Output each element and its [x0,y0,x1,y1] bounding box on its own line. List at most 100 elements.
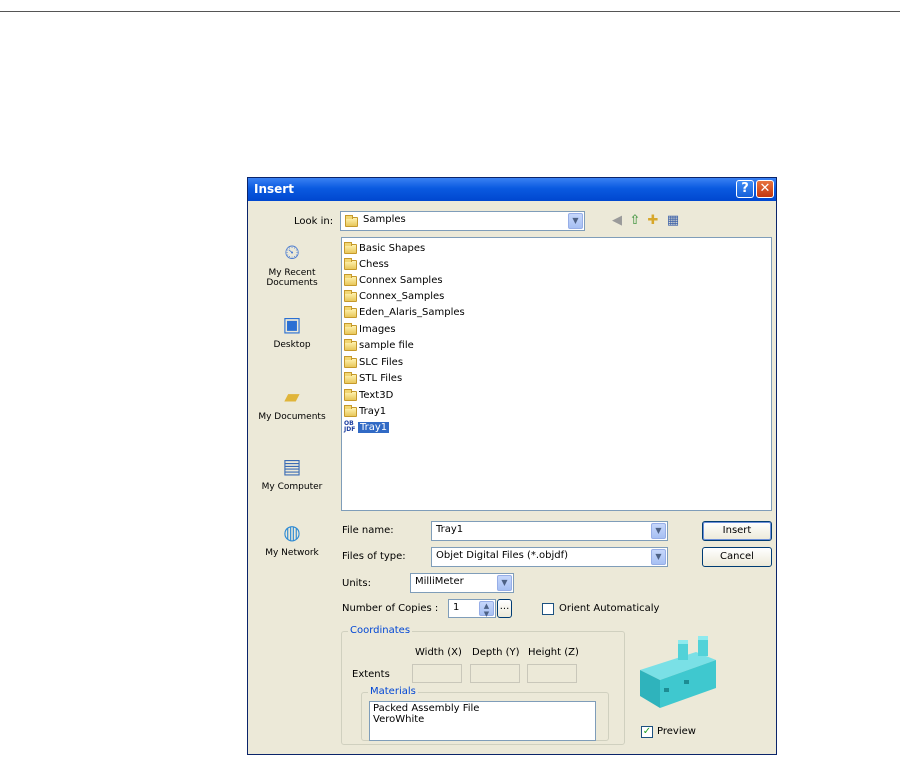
folder-icon [344,273,357,286]
page-top-rule [0,11,900,12]
place-my-documents[interactable]: ▰ My Documents [253,383,331,422]
place-label: My Documents [258,412,326,422]
help-button[interactable]: ? [736,180,754,198]
look-in-dropdown[interactable]: Samples ▼ [340,211,585,231]
units-dropdown[interactable]: MilliMeter ▼ [410,573,514,593]
chevron-down-icon[interactable]: ▼ [497,575,512,591]
list-item[interactable]: Connex_Samples [344,289,444,304]
extent-height-field [527,664,577,683]
insert-dialog: Insert ? ✕ Look in: Samples ▼ ◀ ⇧ ✚ ▦ ⏲ … [247,177,777,755]
copies-more-button[interactable]: ... [497,599,512,618]
insert-button[interactable]: Insert [702,521,772,541]
folder-icon [344,305,357,318]
list-item[interactable]: sample file [344,338,414,353]
place-label: My Network [265,548,319,558]
folder-icon [344,404,357,417]
list-item[interactable]: SLC Files [344,355,403,370]
place-my-network[interactable]: ◍ My Network [253,519,331,558]
folder-icon [344,289,357,302]
folder-icon [344,322,357,335]
folder-icon [344,338,357,351]
places-bar: ⏲ My Recent Documents ▣ Desktop ▰ My Doc… [253,235,331,565]
chevron-down-icon[interactable]: ▼ [568,213,583,229]
file-name: STL Files [359,373,403,384]
copies-label: Number of Copies : [342,603,439,614]
place-desktop[interactable]: ▣ Desktop [253,311,331,350]
desktop-icon: ▣ [282,312,302,336]
cancel-button[interactable]: Cancel [702,547,772,567]
files-of-type-label: Files of type: [342,551,406,562]
place-recent-documents[interactable]: ⏲ My Recent Documents [253,239,331,288]
depth-label: Depth (Y) [472,647,520,658]
copies-input[interactable]: 1 ▲ ▼ [448,599,496,618]
list-item[interactable]: Eden_Alaris_Samples [344,305,465,320]
width-label: Width (X) [415,647,462,658]
orient-label: Orient Automaticaly [559,603,660,614]
units-value: MilliMeter [415,576,464,587]
view-menu-icon[interactable]: ▦ [665,213,681,229]
file-name: Text3D [359,390,394,401]
materials-list[interactable]: Packed Assembly File VeroWhite [369,701,596,741]
list-item-selected[interactable]: OB JDF Tray1 [344,420,390,435]
folder-icon [344,257,357,270]
file-name: Basic Shapes [359,243,426,254]
place-label: My Recent [268,268,316,278]
list-item[interactable]: Tray1 [344,404,386,419]
chevron-down-icon[interactable]: ▼ [651,549,666,565]
my-computer-icon: ▤ [282,454,302,478]
list-item[interactable]: Chess [344,257,389,272]
file-name: SLC Files [359,357,404,368]
new-folder-icon[interactable]: ✚ [645,213,661,229]
materials-group: Materials Packed Assembly File VeroWhite [361,686,609,741]
materials-label: Materials [368,686,418,697]
place-label: Documents [266,278,318,288]
file-name-field[interactable]: Tray1 ▼ [431,521,668,541]
file-name: Eden_Alaris_Samples [359,307,465,318]
place-label: My Computer [261,482,323,492]
my-network-icon: ◍ [283,520,301,544]
coordinates-label: Coordinates [348,625,413,636]
file-name: Connex Samples [359,275,443,286]
file-name-label: File name: [342,525,394,536]
coordinates-group: Coordinates Width (X) Depth (Y) Height (… [341,625,625,745]
copies-value: 1 [453,602,460,613]
recent-documents-icon: ⏲ [284,240,300,264]
preview-pane: ✓ Preview [634,630,719,740]
folder-icon [344,371,357,384]
place-my-computer[interactable]: ▤ My Computer [253,453,331,492]
extent-depth-field [470,664,520,683]
folder-icon [345,215,358,227]
back-icon[interactable]: ◀ [609,213,625,229]
look-in-label: Look in: [294,216,334,227]
extent-width-field [412,664,462,683]
look-in-value: Samples [363,214,406,225]
files-of-type-dropdown[interactable]: Objet Digital Files (*.objdf) ▼ [431,547,668,567]
list-item[interactable]: Basic Shapes [344,241,425,256]
material-item[interactable]: VeroWhite [373,714,592,725]
material-item[interactable]: Packed Assembly File [373,703,592,714]
list-item[interactable]: Connex Samples [344,273,443,288]
orient-checkbox[interactable] [542,603,554,615]
list-item[interactable]: STL Files [344,371,402,386]
folder-icon [344,388,357,401]
my-documents-icon: ▰ [284,384,300,408]
close-button[interactable]: ✕ [756,180,774,198]
chevron-down-icon[interactable]: ▼ [651,523,666,539]
place-label: Desktop [273,340,311,350]
preview-checkbox[interactable]: ✓ [641,726,653,738]
height-label: Height (Z) [528,647,579,658]
spinner-icon[interactable]: ▲ ▼ [479,601,494,618]
file-name: Tray1 [359,406,387,417]
extents-label: Extents [352,669,390,680]
up-folder-icon[interactable]: ⇧ [627,213,643,229]
file-name: Connex_Samples [359,291,445,302]
file-name: Images [359,324,396,335]
preview-label: Preview [657,726,696,737]
list-item[interactable]: Images [344,322,396,337]
objdf-file-icon: OB JDF [344,420,356,433]
list-item[interactable]: Text3D [344,388,393,403]
folder-icon [344,241,357,254]
title-bar[interactable]: Insert ? ✕ [248,178,776,201]
file-list[interactable]: Basic Shapes Chess Connex Samples Connex… [341,237,772,511]
file-name-value: Tray1 [436,524,464,535]
